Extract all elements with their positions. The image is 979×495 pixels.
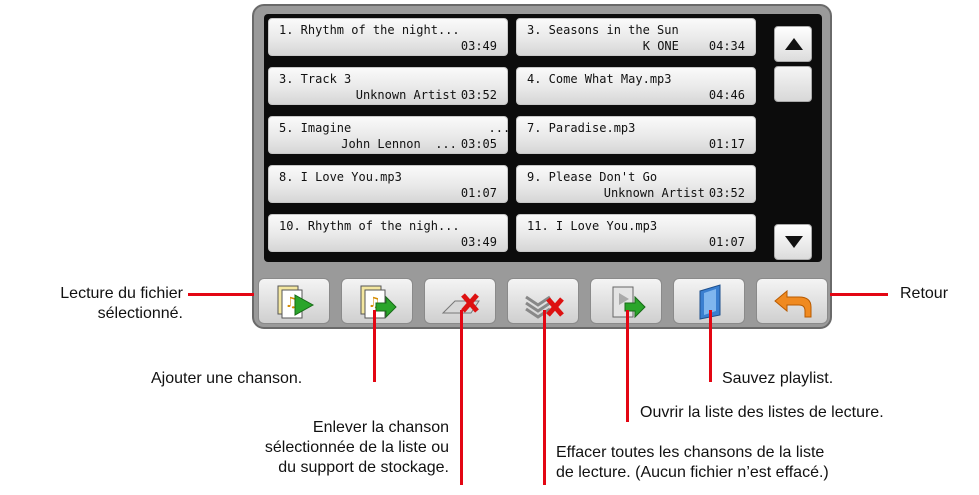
scroll-down-button[interactable] — [774, 224, 812, 260]
device-screen: 1. Rhythm of the night... 03:49 3. Track… — [252, 4, 832, 329]
song-item[interactable]: 5. Imagine ... John Lennon ... 03:05 — [268, 116, 511, 154]
callout-open: Ouvrir la liste des listes de lecture. — [640, 404, 884, 421]
song-artist: Unknown Artist — [355, 88, 457, 102]
callout-line — [460, 310, 463, 485]
play-file-button[interactable]: ♫ — [258, 278, 330, 324]
callout-text: du support de stockage. — [278, 459, 449, 476]
callout-line — [188, 293, 254, 296]
callout-text: sélectionné. — [97, 305, 183, 322]
callout-remove: Enlever la chanson sélectionnée de la li… — [265, 418, 449, 478]
callout-play: Lecture du fichier sélectionné. — [60, 284, 183, 324]
song-artist: John Lennon ... — [341, 137, 457, 151]
callout-line — [626, 310, 629, 422]
callout-text: Effacer toutes les chansons de la liste — [556, 444, 825, 461]
callout-line — [709, 310, 712, 382]
song-duration: 04:46 — [708, 88, 745, 102]
toolbar: ♫ ♫ — [254, 270, 830, 328]
callout-save: Sauvez playlist. — [722, 370, 834, 387]
scroll-thumb[interactable] — [774, 66, 812, 102]
song-title: 10. Rhythm of the nigh... — [279, 219, 460, 233]
song-item[interactable]: 9. Please Don't Go Unknown Artist 03:52 — [516, 165, 756, 203]
song-title: 3. Track 3 — [279, 72, 352, 86]
callout-back: Retour — [900, 285, 949, 302]
song-list: 1. Rhythm of the night... 03:49 3. Track… — [264, 14, 822, 262]
callout-line — [830, 293, 888, 296]
song-item[interactable]: 11. I Love You.mp3 01:07 — [516, 214, 756, 252]
song-title: 1. Rhythm of the night... — [279, 23, 460, 37]
song-title: 3. Seasons in the Sun — [527, 23, 679, 37]
arrow-up-icon — [785, 38, 803, 50]
song-item[interactable]: 3. Track 3 Unknown Artist 03:52 — [268, 67, 508, 105]
song-duration: 03:49 — [460, 235, 497, 249]
callout-add: Ajouter une chanson. — [151, 370, 303, 387]
add-song-button[interactable]: ♫ — [341, 278, 413, 324]
song-duration: 03:05 — [460, 137, 497, 151]
song-duration: 03:52 — [708, 186, 745, 200]
callout-text: de lecture. (Aucun fichier n’est effacé.… — [556, 464, 829, 481]
song-item[interactable]: 4. Come What May.mp3 04:46 — [516, 67, 756, 105]
song-title: 9. Please Don't Go — [527, 170, 658, 184]
song-item[interactable]: 8. I Love You.mp3 01:07 — [268, 165, 508, 203]
song-item[interactable]: 7. Paradise.mp3 01:17 — [516, 116, 756, 154]
song-duration: 01:07 — [708, 235, 745, 249]
song-title: 4. Come What May.mp3 — [527, 72, 672, 86]
song-title: 11. I Love You.mp3 — [527, 219, 658, 233]
back-arrow-icon — [774, 289, 812, 318]
play-file-icon: ♫ — [277, 285, 315, 319]
song-duration: 03:52 — [460, 88, 497, 102]
song-artist: K ONE — [642, 39, 679, 53]
song-item[interactable]: 10. Rhythm of the nigh... 03:49 — [268, 214, 508, 252]
callout-clear: Effacer toutes les chansons de la liste … — [556, 443, 829, 483]
song-duration: 04:34 — [708, 39, 745, 53]
callout-text: sélectionnée de la liste ou — [264, 439, 449, 456]
callout-line — [373, 310, 376, 382]
arrow-down-icon — [785, 236, 803, 248]
add-song-icon: ♫ — [360, 285, 397, 319]
callout-text: Lecture du fichier — [60, 285, 183, 302]
song-duration: 01:17 — [708, 137, 745, 151]
song-title: 8. I Love You.mp3 — [279, 170, 402, 184]
back-button[interactable] — [756, 278, 828, 324]
song-item[interactable]: 1. Rhythm of the night... 03:49 — [268, 18, 508, 56]
song-title: 5. Imagine ... — [279, 121, 511, 135]
song-title: 7. Paradise.mp3 — [527, 121, 636, 135]
song-item[interactable]: 3. Seasons in the Sun K ONE 04:34 — [516, 18, 756, 56]
callout-text: Enlever la chanson — [312, 419, 449, 436]
song-duration: 03:49 — [460, 39, 497, 53]
song-artist: Unknown Artist — [603, 186, 705, 200]
song-duration: 01:07 — [460, 186, 497, 200]
callout-line — [543, 310, 546, 485]
scroll-up-button[interactable] — [774, 26, 812, 62]
